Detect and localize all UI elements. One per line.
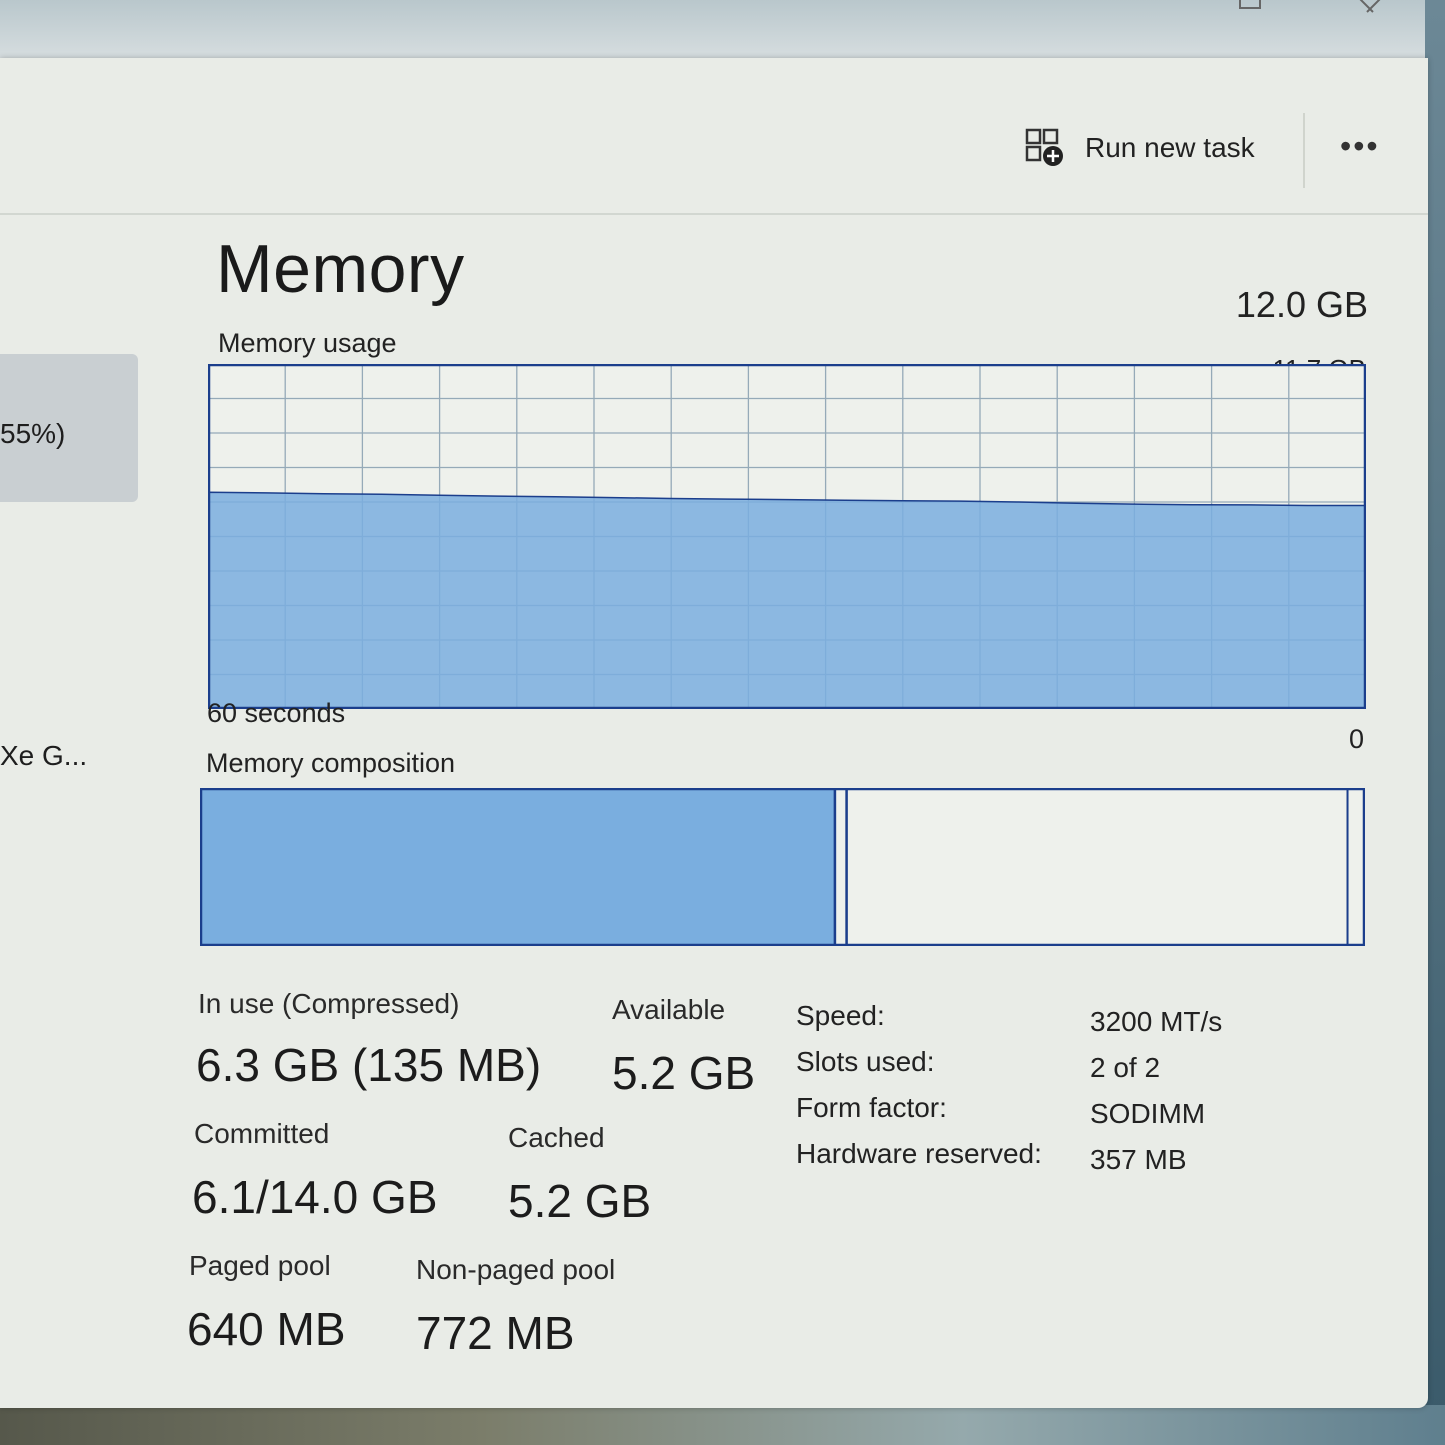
hardware-reserved-value: 357 MB	[1090, 1144, 1187, 1175]
slots-used-label: Slots used:	[796, 1046, 935, 1077]
close-button[interactable]	[1355, 0, 1385, 18]
non-paged-pool-value: 772 MB	[416, 1307, 575, 1359]
composition-in-use	[200, 788, 836, 946]
paged-pool-value: 640 MB	[187, 1303, 346, 1355]
graph-time-span: 60 seconds	[207, 698, 346, 728]
in-use-value: 6.3 GB (135 MB)	[196, 1039, 542, 1091]
total-memory: 12.0 GB	[1235, 284, 1368, 325]
maximize-button[interactable]	[1235, 0, 1265, 18]
desktop-backdrop-bottom	[0, 1405, 1445, 1445]
graph-axis-zero: 0	[1348, 724, 1364, 754]
toolbar: Run new task •••	[0, 58, 1428, 215]
memory-usage-area	[208, 491, 1366, 709]
paged-pool-label: Paged pool	[189, 1250, 331, 1281]
run-task-icon	[1025, 128, 1063, 166]
window-caption-controls	[1235, 0, 1385, 20]
page-title: Memory	[216, 231, 465, 307]
desktop-backdrop-right	[1425, 0, 1445, 1445]
sidebar-gpu-label[interactable]: Xe G...	[0, 740, 87, 772]
task-manager-window: Run new task ••• 55%) Xe G... Memory 12.…	[0, 58, 1428, 1408]
memory-composition-bar[interactable]	[200, 788, 1365, 946]
desktop-backdrop-top	[0, 0, 1445, 60]
hardware-reserved-label: Hardware reserved:	[796, 1138, 1042, 1169]
form-factor-value: SODIMM	[1090, 1098, 1206, 1129]
memory-usage-graph	[208, 364, 1366, 709]
run-new-task-label: Run new task	[1085, 132, 1255, 163]
memory-usage-label: Memory usage	[218, 328, 397, 358]
close-icon	[1359, 0, 1381, 13]
memory-composition-label: Memory composition	[206, 748, 456, 778]
toolbar-divider	[1303, 113, 1305, 188]
committed-value: 6.1/14.0 GB	[192, 1171, 438, 1223]
form-factor-label: Form factor:	[796, 1092, 947, 1123]
available-label: Available	[612, 994, 726, 1025]
slots-used-value: 2 of 2	[1090, 1052, 1161, 1083]
more-options-button[interactable]: •••	[1340, 130, 1380, 162]
non-paged-pool-label: Non-paged pool	[416, 1254, 616, 1285]
sidebar-memory-percent: 55%)	[0, 418, 66, 449]
run-new-task-button[interactable]: Run new task	[1025, 128, 1255, 168]
speed-value: 3200 MT/s	[1090, 1006, 1223, 1037]
speed-label: Speed:	[796, 1000, 885, 1031]
available-value: 5.2 GB	[612, 1047, 756, 1099]
committed-label: Committed	[194, 1118, 330, 1149]
maximize-icon	[1239, 0, 1261, 9]
cached-label: Cached	[508, 1122, 605, 1153]
cached-value: 5.2 GB	[508, 1175, 652, 1227]
in-use-label: In use (Compressed)	[198, 988, 460, 1019]
